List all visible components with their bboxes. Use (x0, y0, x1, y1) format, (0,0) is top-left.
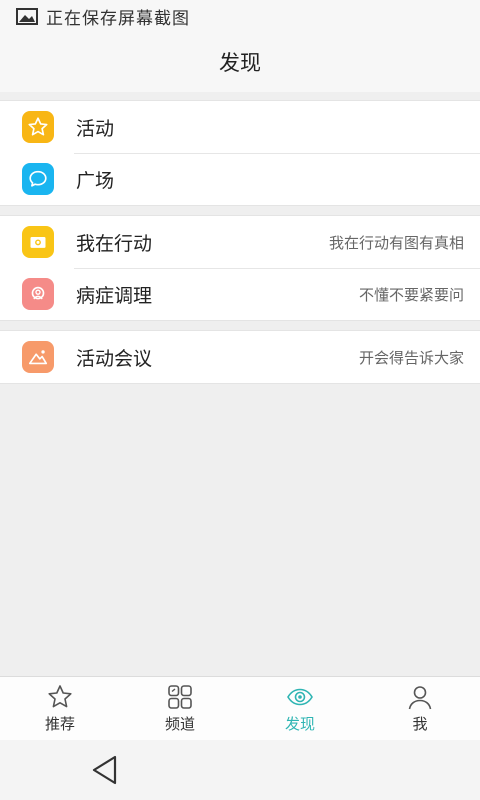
tab-label: 发现 (284, 715, 315, 733)
system-nav-bar (0, 740, 480, 800)
user-icon (408, 686, 432, 710)
tab-bar: 推荐 频道 发现 我 (0, 676, 480, 740)
star-outline-icon (48, 685, 72, 708)
menu-label: 我在行动 (76, 232, 153, 255)
tab-me[interactable]: 我 (360, 677, 480, 740)
tab-label: 我 (412, 715, 428, 733)
camera-icon (22, 226, 54, 258)
menu-label: 广场 (76, 169, 115, 192)
star-icon (22, 111, 54, 143)
doctor-icon (22, 278, 54, 310)
menu-desc: 不懂不要紧要问 (358, 285, 464, 304)
mountain-icon (22, 341, 54, 373)
chat-bubble-icon (22, 163, 54, 195)
menu-label: 活动会议 (76, 347, 153, 370)
tab-channel[interactable]: 频道 (120, 677, 240, 740)
header: 发现 (0, 32, 480, 92)
tab-recommend[interactable]: 推荐 (0, 677, 120, 740)
menu-desc: 我在行动有图有真相 (328, 233, 464, 252)
menu-item-in-action[interactable]: 我在行动 我在行动有图有真相 (0, 216, 480, 268)
menu-group-1: 活动 广场 (0, 100, 480, 206)
menu-item-illness-care[interactable]: 病症调理 不懂不要紧要问 (0, 268, 480, 320)
grid-icon (168, 685, 192, 709)
menu-group-2: 我在行动 我在行动有图有真相 病症调理 不懂不要紧要问 (0, 215, 480, 321)
menu-item-activity[interactable]: 活动 (0, 101, 480, 153)
tab-discover[interactable]: 发现 (240, 677, 360, 740)
menu-label: 病症调理 (76, 284, 153, 307)
tab-label: 推荐 (44, 715, 75, 733)
menu-item-plaza[interactable]: 广场 (0, 153, 480, 205)
image-icon (16, 7, 38, 25)
menu-item-meeting[interactable]: 活动会议 开会得告诉大家 (0, 331, 480, 383)
menu-desc: 开会得告诉大家 (358, 348, 464, 367)
eye-icon (287, 688, 313, 706)
page-title: 发现 (219, 51, 261, 75)
menu-label: 活动 (76, 117, 115, 140)
status-bar: 正在保存屏幕截图 (0, 0, 480, 32)
tab-label: 频道 (164, 715, 195, 733)
status-text: 正在保存屏幕截图 (46, 8, 190, 29)
menu-group-3: 活动会议 开会得告诉大家 (0, 330, 480, 384)
back-triangle-icon[interactable] (90, 754, 120, 786)
